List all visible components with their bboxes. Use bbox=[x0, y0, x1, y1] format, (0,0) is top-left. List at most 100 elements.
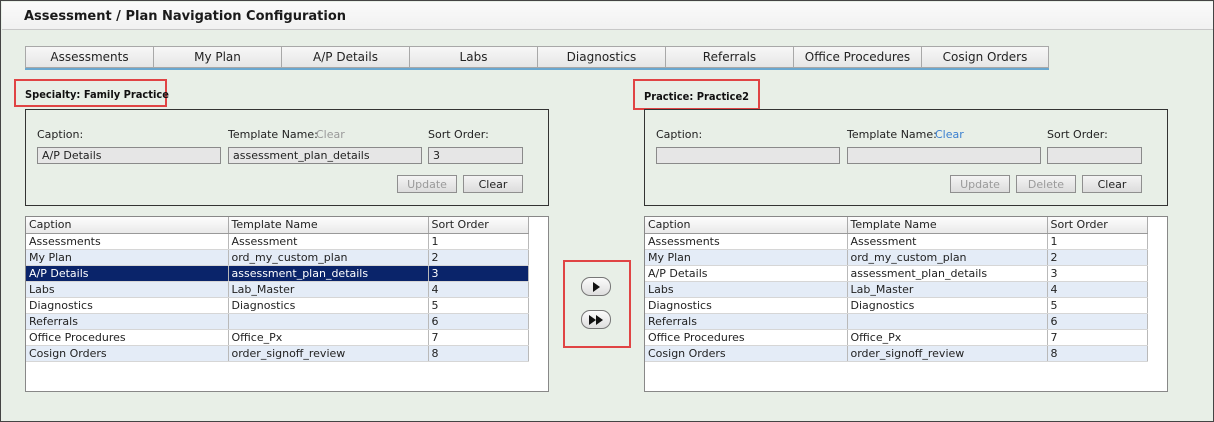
left-edit-group: Caption: Template Name: Clear Sort Order… bbox=[25, 109, 549, 206]
cell-template: ord_my_custom_plan bbox=[847, 249, 1048, 266]
cell-sort: 3 bbox=[1047, 265, 1148, 282]
cell-template bbox=[847, 313, 1048, 330]
cell-template: Diagnostics bbox=[228, 297, 429, 314]
left-sort-label: Sort Order: bbox=[428, 128, 489, 141]
table-row-selected[interactable]: A/P Details assessment_plan_details 3 bbox=[26, 265, 529, 282]
cell-template: Assessment bbox=[847, 233, 1048, 250]
right-col-caption[interactable]: Caption bbox=[645, 217, 848, 234]
cell-caption: My Plan bbox=[645, 249, 848, 266]
left-template-field[interactable]: assessment_plan_details bbox=[228, 147, 422, 164]
right-col-template[interactable]: Template Name bbox=[847, 217, 1048, 234]
right-delete-button[interactable]: Delete bbox=[1016, 175, 1076, 193]
cell-template: assessment_plan_details bbox=[228, 265, 429, 282]
right-template-label: Template Name: bbox=[847, 128, 937, 141]
cell-caption: Cosign Orders bbox=[26, 345, 229, 362]
move-selected-button[interactable] bbox=[581, 277, 611, 296]
cell-caption: Diagnostics bbox=[26, 297, 229, 314]
cell-sort: 7 bbox=[428, 329, 529, 346]
left-template-clear-link[interactable]: Clear bbox=[316, 128, 345, 141]
table-row[interactable]: A/P Details assessment_plan_details 3 bbox=[645, 265, 1148, 282]
tab-ap-details[interactable]: A/P Details bbox=[281, 46, 409, 68]
left-sort-field[interactable]: 3 bbox=[428, 147, 523, 164]
cell-template: order_signoff_review bbox=[847, 345, 1048, 362]
right-sort-label: Sort Order: bbox=[1047, 128, 1108, 141]
right-grid: Caption Template Name Sort Order Assessm… bbox=[644, 216, 1168, 392]
cell-sort: 8 bbox=[1047, 345, 1148, 362]
practice-label: Practice: Practice2 bbox=[644, 90, 750, 103]
table-row[interactable]: Cosign Orders order_signoff_review 8 bbox=[645, 345, 1148, 362]
cell-sort: 7 bbox=[1047, 329, 1148, 346]
table-row[interactable]: Office Procedures Office_Px 7 bbox=[26, 329, 529, 346]
tab-labs[interactable]: Labs bbox=[409, 46, 537, 68]
right-caption-label: Caption: bbox=[656, 128, 703, 141]
cell-caption: Cosign Orders bbox=[645, 345, 848, 362]
cell-caption: Labs bbox=[26, 281, 229, 298]
cell-sort: 4 bbox=[1047, 281, 1148, 298]
play-icon bbox=[593, 281, 600, 292]
cell-caption: Assessments bbox=[645, 233, 848, 250]
cell-caption: A/P Details bbox=[645, 265, 848, 282]
right-update-button[interactable]: Update bbox=[950, 175, 1010, 193]
cell-template: order_signoff_review bbox=[228, 345, 429, 362]
cell-template bbox=[228, 313, 429, 330]
left-clear-button[interactable]: Clear bbox=[463, 175, 523, 193]
right-template-field[interactable] bbox=[847, 147, 1041, 164]
cell-caption: Referrals bbox=[645, 313, 848, 330]
left-col-sort[interactable]: Sort Order bbox=[428, 217, 529, 234]
cell-template: Office_Px bbox=[847, 329, 1048, 346]
left-template-label: Template Name: bbox=[228, 128, 318, 141]
tab-assessments[interactable]: Assessments bbox=[25, 46, 153, 68]
cell-template: Office_Px bbox=[228, 329, 429, 346]
cell-sort: 6 bbox=[428, 313, 529, 330]
table-row[interactable]: Cosign Orders order_signoff_review 8 bbox=[26, 345, 529, 362]
cell-sort: 5 bbox=[1047, 297, 1148, 314]
transfer-highlight bbox=[563, 260, 631, 348]
left-col-caption[interactable]: Caption bbox=[26, 217, 229, 234]
left-caption-field[interactable]: A/P Details bbox=[37, 147, 221, 164]
table-row[interactable]: Referrals 6 bbox=[645, 313, 1148, 330]
cell-template: Assessment bbox=[228, 233, 429, 250]
tab-referrals[interactable]: Referrals bbox=[665, 46, 793, 68]
right-grid-header: Caption Template Name Sort Order bbox=[645, 217, 1148, 234]
cell-caption: Office Procedures bbox=[645, 329, 848, 346]
table-row[interactable]: My Plan ord_my_custom_plan 2 bbox=[26, 249, 529, 266]
cell-template: Lab_Master bbox=[847, 281, 1048, 298]
move-all-button[interactable] bbox=[581, 310, 611, 329]
right-caption-field[interactable] bbox=[656, 147, 840, 164]
cell-template: ord_my_custom_plan bbox=[228, 249, 429, 266]
right-edit-group: Caption: Template Name: Clear Sort Order… bbox=[644, 109, 1168, 206]
cell-caption: My Plan bbox=[26, 249, 229, 266]
table-row[interactable]: My Plan ord_my_custom_plan 2 bbox=[645, 249, 1148, 266]
cell-caption: Assessments bbox=[26, 233, 229, 250]
table-row[interactable]: Labs Lab_Master 4 bbox=[645, 281, 1148, 298]
cell-sort: 4 bbox=[428, 281, 529, 298]
specialty-label: Specialty: Family Practice bbox=[25, 88, 169, 101]
cell-sort: 2 bbox=[428, 249, 529, 266]
right-clear-button[interactable]: Clear bbox=[1082, 175, 1142, 193]
right-template-clear-link[interactable]: Clear bbox=[935, 128, 964, 141]
table-row[interactable]: Labs Lab_Master 4 bbox=[26, 281, 529, 298]
right-col-sort[interactable]: Sort Order bbox=[1047, 217, 1148, 234]
config-window: Assessment / Plan Navigation Configurati… bbox=[0, 0, 1214, 422]
table-row[interactable]: Diagnostics Diagnostics 5 bbox=[645, 297, 1148, 314]
left-grid: Caption Template Name Sort Order Assessm… bbox=[25, 216, 549, 392]
tab-office-procedures[interactable]: Office Procedures bbox=[793, 46, 921, 68]
table-row[interactable]: Assessments Assessment 1 bbox=[645, 233, 1148, 250]
cell-template: Lab_Master bbox=[228, 281, 429, 298]
left-caption-label: Caption: bbox=[37, 128, 84, 141]
fast-forward-icon bbox=[589, 314, 603, 325]
tab-cosign-orders[interactable]: Cosign Orders bbox=[921, 46, 1049, 68]
table-row[interactable]: Office Procedures Office_Px 7 bbox=[645, 329, 1148, 346]
left-update-button[interactable]: Update bbox=[397, 175, 457, 193]
table-row[interactable]: Referrals 6 bbox=[26, 313, 529, 330]
cell-caption: Diagnostics bbox=[645, 297, 848, 314]
tab-diagnostics[interactable]: Diagnostics bbox=[537, 46, 665, 68]
cell-sort: 1 bbox=[428, 233, 529, 250]
left-col-template[interactable]: Template Name bbox=[228, 217, 429, 234]
title-bar: Assessment / Plan Navigation Configurati… bbox=[2, 2, 1213, 30]
tab-my-plan[interactable]: My Plan bbox=[153, 46, 281, 68]
table-row[interactable]: Diagnostics Diagnostics 5 bbox=[26, 297, 529, 314]
cell-caption: Office Procedures bbox=[26, 329, 229, 346]
table-row[interactable]: Assessments Assessment 1 bbox=[26, 233, 529, 250]
right-sort-field[interactable] bbox=[1047, 147, 1142, 164]
